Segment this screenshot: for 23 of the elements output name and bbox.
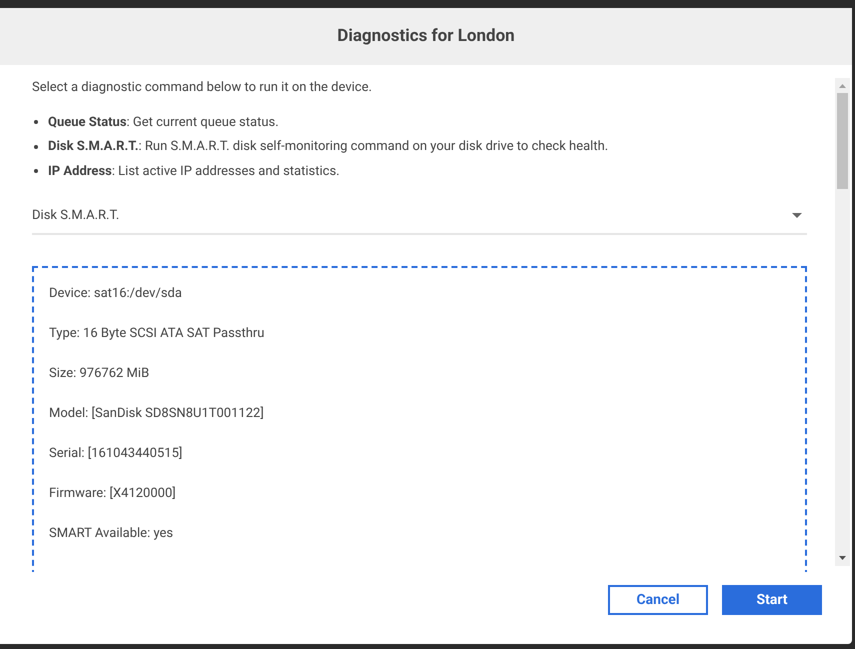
dialog-title: Diagnostics for London [337, 24, 515, 48]
bullet-icon [34, 169, 38, 174]
dropdown-caret-icon [792, 213, 802, 218]
output-line: Model: [SanDisk SD8SN8U1T001122] [49, 405, 265, 423]
start-button[interactable]: Start [722, 585, 822, 615]
output-line: Firmware: [X4120000] [49, 485, 177, 503]
output-line: SMART Available: yes [49, 525, 174, 543]
cancel-button[interactable]: Cancel [608, 585, 708, 615]
bullet-icon [34, 120, 38, 124]
output-line: Device: sat16:/dev/sda [49, 285, 183, 303]
command-description: IP Address: List active IP addresses and statistics. [48, 162, 340, 180]
command-description: Disk S.M.A.R.T.: Run S.M.A.R.T. disk self-monitoring command on your disk drive to check health. [48, 138, 608, 156]
output-line: Size: 976762 MiB [49, 365, 150, 383]
command-description: Queue Status: Get current queue status. [48, 114, 279, 132]
scrollbar[interactable] [835, 78, 850, 566]
output-line: Type: 16 Byte SCSI ATA SAT Passthru [49, 325, 266, 343]
output-line: Serial: [161043440515] [49, 445, 184, 463]
scroll-down-icon[interactable] [839, 556, 846, 560]
scroll-up-icon[interactable] [839, 84, 846, 88]
scroll-thumb[interactable] [837, 93, 848, 189]
intro-text: Select a diagnostic command below to run it on the device. [32, 79, 373, 97]
bullet-icon [34, 144, 38, 149]
command-select[interactable]: Disk S.M.A.R.T. [32, 198, 807, 235]
